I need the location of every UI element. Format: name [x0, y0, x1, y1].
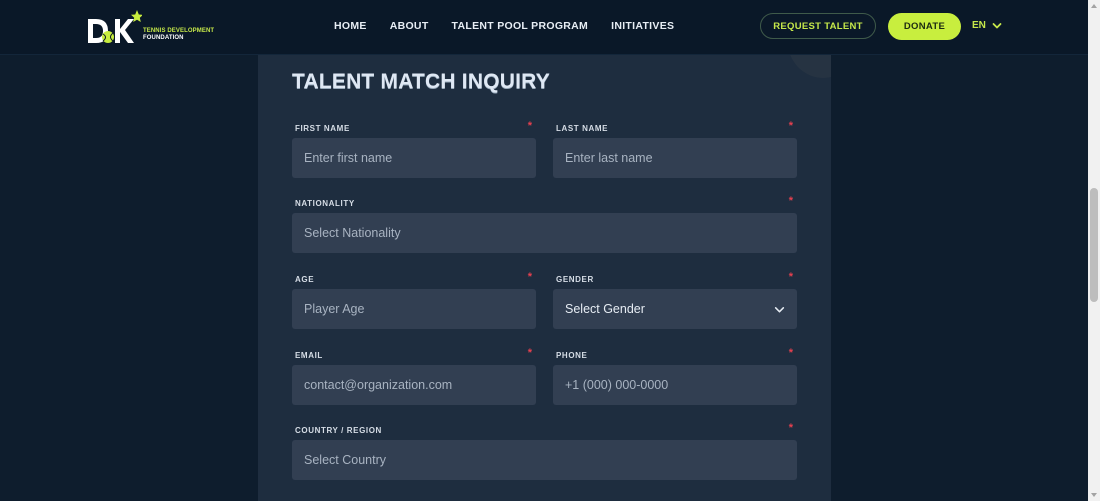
chevron-down-icon [992, 22, 1002, 28]
email-label: EMAIL [295, 351, 323, 360]
age-group: AGE * [292, 271, 536, 329]
age-label: AGE [295, 275, 315, 284]
nav-initiatives[interactable]: INITIATIVES [611, 20, 674, 32]
required-marker: * [527, 271, 532, 283]
email-input[interactable] [292, 365, 536, 405]
scroll-down-arrow-icon[interactable] [1091, 493, 1097, 497]
age-input[interactable] [292, 289, 536, 329]
gender-selected-value: Select Gender [565, 302, 645, 316]
country-label: COUNTRY / REGION [295, 426, 382, 435]
gender-label: GENDER [556, 275, 594, 284]
email-group: EMAIL * [292, 347, 536, 405]
chevron-down-icon [774, 306, 785, 312]
site-header: TENNIS DEVELOPMENT FOUNDATION HOME ABOUT… [0, 0, 1088, 55]
gender-select[interactable]: Select Gender [553, 289, 797, 329]
nav-talent-pool-program[interactable]: TALENT POOL PROGRAM [452, 20, 589, 32]
required-marker: * [527, 347, 532, 359]
scroll-up-arrow-icon[interactable] [1091, 4, 1097, 8]
logo-mark-icon [88, 10, 143, 43]
last-name-group: LAST NAME * [553, 120, 797, 178]
language-label: EN [972, 20, 986, 31]
required-marker: * [788, 195, 793, 207]
country-input[interactable] [292, 440, 797, 480]
nav-about[interactable]: ABOUT [390, 20, 429, 32]
required-marker: * [788, 271, 793, 283]
phone-input[interactable] [553, 365, 797, 405]
nationality-input[interactable] [292, 213, 797, 253]
nationality-label: NATIONALITY [295, 199, 355, 208]
nationality-group: NATIONALITY * [292, 195, 797, 253]
logo-tagline: TENNIS DEVELOPMENT FOUNDATION [143, 28, 214, 42]
last-name-label: LAST NAME [556, 124, 609, 133]
inquiry-form-card: TALENT MATCH INQUIRY FIRST NAME * LAST N… [258, 40, 831, 501]
scrollbar-thumb[interactable] [1090, 188, 1098, 302]
logo-tagline-line1: TENNIS DEVELOPMENT [143, 28, 215, 34]
required-marker: * [788, 120, 793, 132]
language-selector[interactable]: EN [972, 20, 1002, 31]
donate-button[interactable]: DONATE [888, 13, 961, 40]
required-marker: * [527, 120, 532, 132]
first-name-label: FIRST NAME [295, 124, 350, 133]
country-group: COUNTRY / REGION * [292, 422, 797, 480]
logo-tagline-line2: FOUNDATION [143, 35, 184, 41]
last-name-input[interactable] [553, 138, 797, 178]
first-name-input[interactable] [292, 138, 536, 178]
required-marker: * [788, 347, 793, 359]
page-scrollbar[interactable] [1088, 0, 1100, 501]
logo[interactable]: TENNIS DEVELOPMENT FOUNDATION [86, 10, 216, 46]
phone-group: PHONE * [553, 347, 797, 405]
page: TENNIS DEVELOPMENT FOUNDATION HOME ABOUT… [0, 0, 1088, 501]
required-marker: * [788, 422, 793, 434]
gender-group: GENDER * Select Gender [553, 271, 797, 329]
form-title: TALENT MATCH INQUIRY [292, 70, 550, 93]
phone-label: PHONE [556, 351, 588, 360]
request-talent-button[interactable]: REQUEST TALENT [760, 13, 876, 39]
nav-home[interactable]: HOME [334, 20, 367, 32]
first-name-group: FIRST NAME * [292, 120, 536, 178]
main-nav: HOME ABOUT TALENT POOL PROGRAM INITIATIV… [334, 20, 674, 32]
